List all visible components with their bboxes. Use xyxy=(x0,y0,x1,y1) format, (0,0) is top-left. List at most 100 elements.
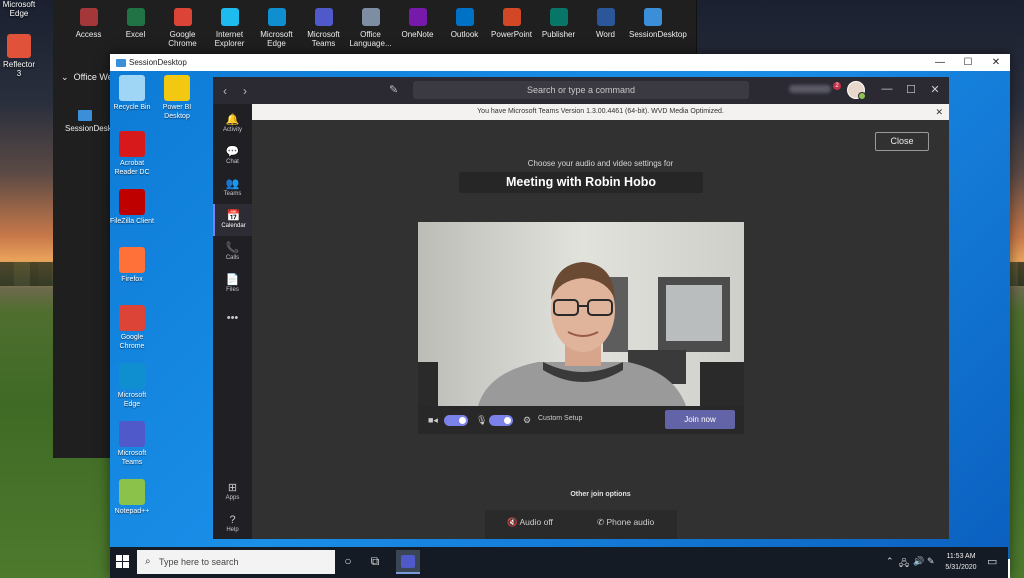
launcher-app-teams[interactable]: Microsoft Teams xyxy=(300,0,347,54)
launcher-session-desktop[interactable]: SessionDesktop xyxy=(65,110,123,133)
launcher-app-label: Internet Explorer xyxy=(214,30,245,48)
rail-item-label: Chat xyxy=(226,159,239,165)
launcher-app-word[interactable]: Word xyxy=(582,0,629,54)
desktop-icon-label: FileZilla Client xyxy=(110,218,154,225)
desktop-icon-recycle-bin[interactable]: Recycle Bin xyxy=(110,75,154,112)
maximize-button[interactable]: ☐ xyxy=(954,57,982,68)
teams-search-input[interactable]: Search or type a command xyxy=(413,81,749,99)
desktop-icon-acrobat[interactable]: Acrobat Reader DC xyxy=(110,131,154,177)
user-name-chip[interactable] xyxy=(789,85,831,93)
phone-audio-option[interactable]: ✆ Phone audio xyxy=(597,517,654,528)
launcher-app-onenote[interactable]: OneNote xyxy=(394,0,441,54)
microphone-icon: 🎙 xyxy=(476,415,488,425)
reflector-icon xyxy=(7,34,31,58)
power-bi-icon xyxy=(164,75,190,101)
desktop-icon-chrome[interactable]: Google Chrome xyxy=(110,305,154,351)
phone-icon: ✆ xyxy=(597,517,605,527)
network-icon[interactable]: 🖧 xyxy=(899,556,909,572)
desktop-icon-label: Notepad++ xyxy=(114,508,150,515)
version-banner-text: You have Microsoft Teams Version 1.3.00.… xyxy=(477,108,724,115)
publisher-icon xyxy=(549,8,568,26)
cortana-icon[interactable]: ○ xyxy=(340,554,356,568)
outer-desktop-icon-reflector[interactable]: Reflector 3 xyxy=(2,34,36,78)
rail-item-chat[interactable]: 💬 Chat xyxy=(213,140,252,172)
chevron-up-icon[interactable]: ⌃ xyxy=(886,556,894,567)
rail-item-label: Activity xyxy=(222,127,242,133)
rail-item-help[interactable]: ? Help xyxy=(213,508,252,540)
pen-icon[interactable]: ✎ xyxy=(927,556,935,567)
gear-icon[interactable]: ⚙ xyxy=(523,415,531,426)
calendar-icon: 📅 xyxy=(226,210,241,222)
close-button[interactable]: Close xyxy=(875,132,929,151)
files-icon: 📄 xyxy=(225,274,240,286)
launcher-app-label: Microsoft Edge xyxy=(260,30,293,48)
banner-close-icon[interactable]: ✕ xyxy=(935,104,943,120)
clock-date: 5/31/2020 xyxy=(945,564,977,571)
camera-preview-image xyxy=(418,222,744,406)
custom-setup-button[interactable]: Custom Setup xyxy=(538,415,582,422)
desktop-icon-edge[interactable]: Microsoft Edge xyxy=(110,363,154,409)
teams-icon xyxy=(119,421,145,447)
taskbar-search-input[interactable]: ⌕ Type here to search xyxy=(137,550,335,574)
action-center-icon[interactable]: ▭ xyxy=(987,555,997,568)
taskbar-clock[interactable]: 11:53 AM 5/31/2020 xyxy=(940,551,982,573)
session-window-titlebar[interactable]: SessionDesktop — ☐ ✕ xyxy=(110,54,1010,71)
desktop-icon-teams[interactable]: Microsoft Teams xyxy=(110,421,154,467)
task-view-icon[interactable]: ⧉ xyxy=(367,554,383,569)
teams-maximize-button[interactable]: ☐ xyxy=(904,83,918,96)
launcher-app-excel[interactable]: Excel xyxy=(112,0,159,54)
launcher-group-header[interactable]: ⌄ Office We xyxy=(61,72,113,83)
edge-icon xyxy=(267,8,286,26)
launcher-app-ie[interactable]: Internet Explorer xyxy=(206,0,253,54)
launcher-app-edge[interactable]: Microsoft Edge xyxy=(253,0,300,54)
desktop-icon-filezilla[interactable]: FileZilla Client xyxy=(110,189,154,226)
outer-desktop-icon-edge[interactable]: Microsoft Edge xyxy=(2,0,36,18)
launcher-app-publisher[interactable]: Publisher xyxy=(535,0,582,54)
camera-icon: ■◂ xyxy=(428,415,438,425)
back-arrow-icon[interactable]: ‹ xyxy=(217,84,233,98)
launcher-app-office-language[interactable]: Office Language... xyxy=(347,0,394,54)
desktop-icon-power-bi[interactable]: Power BI Desktop xyxy=(155,75,199,121)
camera-preview xyxy=(418,222,744,406)
acrobat-icon xyxy=(119,131,145,157)
launcher-app-label: Word xyxy=(596,30,615,39)
rail-item-teams[interactable]: 👥 Teams xyxy=(213,172,252,204)
join-now-button[interactable]: Join now xyxy=(665,410,735,429)
microphone-toggle[interactable] xyxy=(489,415,513,426)
launcher-app-powerpoint[interactable]: PowerPoint xyxy=(488,0,535,54)
rail-item-more[interactable]: ••• xyxy=(213,306,252,338)
taskbar-teams-button[interactable] xyxy=(396,550,420,574)
rail-item-calls[interactable]: 📞 Calls xyxy=(213,236,252,268)
volume-icon[interactable]: 🔊 xyxy=(913,556,924,567)
teams-close-button[interactable]: ✕ xyxy=(928,83,942,96)
launcher-app-session-desktop[interactable]: SessionDesktop xyxy=(629,0,687,54)
camera-toggle[interactable] xyxy=(444,415,468,426)
outer-desktop-icon-label: Reflector 3 xyxy=(2,60,35,78)
speaker-off-icon: 🔇 xyxy=(507,517,518,527)
desktop-icon-label: Recycle Bin xyxy=(113,104,151,111)
rail-item-apps[interactable]: ⊞ Apps xyxy=(213,476,252,508)
desktop-icon-notepadpp[interactable]: Notepad++ xyxy=(110,479,154,516)
rail-item-files[interactable]: 📄 Files xyxy=(213,268,252,300)
audio-off-option[interactable]: 🔇 Audio off xyxy=(507,517,553,528)
search-icon: ⌕ xyxy=(145,556,151,567)
launcher-app-label: SessionDesktop xyxy=(629,30,687,39)
session-desktop-icon xyxy=(116,58,126,67)
notepadpp-icon xyxy=(119,479,145,505)
launcher-app-chrome[interactable]: Google Chrome xyxy=(159,0,206,54)
desktop-icon-firefox[interactable]: Firefox xyxy=(110,247,154,284)
avatar[interactable] xyxy=(847,81,866,100)
teams-minimize-button[interactable]: — xyxy=(880,83,894,95)
forward-arrow-icon[interactable]: › xyxy=(237,84,253,98)
launcher-app-outlook[interactable]: Outlook xyxy=(441,0,488,54)
rail-item-calendar[interactable]: 📅 Calendar xyxy=(213,204,252,236)
launcher-app-label: Google Chrome xyxy=(168,30,197,48)
desktop-icon-label: Microsoft Edge xyxy=(117,392,147,408)
device-controls-bar: ■◂ 🎙 ⚙ Custom Setup Join now xyxy=(418,406,744,434)
compose-icon[interactable]: ✎ xyxy=(389,83,403,97)
windows-start-button[interactable] xyxy=(116,555,130,569)
minimize-button[interactable]: — xyxy=(926,57,954,68)
launcher-app-access[interactable]: Access xyxy=(65,0,112,54)
close-button[interactable]: ✕ xyxy=(982,57,1010,68)
rail-item-activity[interactable]: 🔔 Activity xyxy=(213,108,252,140)
